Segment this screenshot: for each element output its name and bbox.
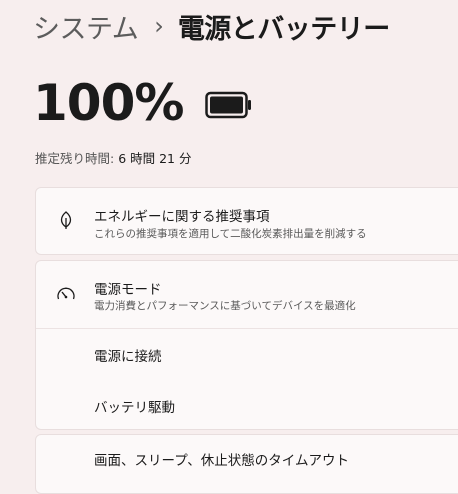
power-mode-title: 電源モード [94,282,162,298]
energy-recommendations-card[interactable]: エネルギーに関する推奨事項 これらの推奨事項を適用して二酸化炭素排出量を削減する [35,187,458,255]
energy-recommendations-title: エネルギーに関する推奨事項 [94,209,270,225]
breadcrumb-separator-icon: › [154,12,164,40]
plugged-in-label: 電源に接続 [94,349,162,365]
power-mode-plugged-in-option[interactable]: 電源に接続 [36,329,458,379]
page-title: 電源とバッテリー [177,13,391,45]
breadcrumb-system-link[interactable]: システム [33,7,139,46]
estimate-value: 6 時間 21 分 [118,151,192,166]
energy-recommendations-subtitle: これらの推奨事項を適用して二酸化炭素排出量を削減する [94,228,367,240]
power-mode-on-battery-option[interactable]: バッテリ駆動 [36,379,458,429]
battery-estimate: 推定残り時間: 6 時間 21 分 [35,148,191,167]
on-battery-label: バッテリ駆動 [94,400,175,416]
battery-percentage: 100% [33,74,184,132]
power-mode-header[interactable]: 電源モード 電力消費とパフォーマンスに基づいてデバイスを最適化 [36,261,458,328]
gauge-icon [57,287,75,300]
power-mode-subtitle: 電力消費とパフォーマンスに基づいてデバイスを最適化 [94,300,356,312]
battery-full-icon [205,91,252,119]
power-mode-card: 電源モード 電力消費とパフォーマンスに基づいてデバイスを最適化 電源に接続 バッ… [35,260,458,430]
estimate-label: 推定残り時間: [35,151,115,166]
screen-sleep-title: 画面、スリープ、休止状態のタイムアウト [94,453,350,469]
breadcrumb: システム › 電源とバッテリー [33,6,390,46]
screen-sleep-timeouts-card[interactable]: 画面、スリープ、休止状態のタイムアウト [35,434,458,494]
battery-status: 100% [33,70,253,136]
leaf-icon [60,211,72,229]
battery-level-fill [210,96,244,114]
